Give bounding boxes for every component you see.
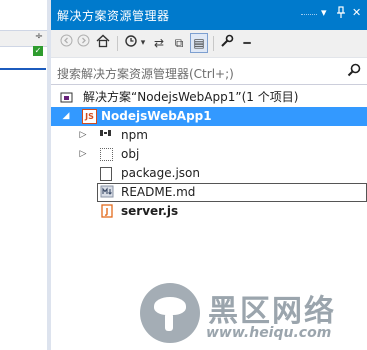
tree-row-package-json[interactable]: package.json [51, 164, 367, 183]
collapsed-arrow-icon[interactable]: ▷ [78, 145, 88, 164]
search-icon[interactable] [347, 63, 361, 77]
watermark-url: www.heiqu.com [206, 325, 332, 341]
markdown-icon [99, 185, 114, 200]
pin-icon[interactable] [336, 6, 346, 21]
tree-row-solution[interactable]: 解决方案“NodejsWebApp1”(1 个项目) [51, 88, 367, 107]
watermark-text: 黑区网络 [208, 294, 336, 329]
tree-row-server-js[interactable]: server.js [51, 202, 367, 221]
history-icon[interactable] [123, 34, 139, 52]
show-all-files-icon[interactable]: ▤ [190, 33, 208, 53]
search-input[interactable]: 搜索解决方案资源管理器(Ctrl+;) [57, 65, 234, 82]
project-label: NodejsWebApp1 [101, 109, 212, 123]
home-icon[interactable] [95, 34, 111, 52]
tree-item-label: npm [121, 128, 148, 142]
dropdown-icon[interactable]: ▾ [321, 6, 327, 19]
tree-row-npm[interactable]: ▷ npm [51, 126, 367, 145]
close-icon[interactable]: ✕ [352, 6, 361, 19]
chevron-down-icon[interactable]: ▾ [139, 34, 147, 52]
forward-icon[interactable] [76, 34, 90, 52]
check-icon: ✓ [33, 46, 43, 56]
panel-toolbar: ▾ ⇄ ⧉ ▤ ━ [51, 30, 367, 58]
npm-icon [98, 128, 113, 143]
toolbar-separator [213, 36, 214, 51]
panel-title: 解决方案资源管理器 [57, 9, 170, 23]
tree-row-readme[interactable]: README.md [51, 183, 367, 202]
tree-item-label: package.json [121, 166, 201, 180]
preview-icon[interactable]: ━ [239, 34, 255, 52]
tree-item-label: README.md [121, 185, 196, 199]
sync-icon[interactable]: ⇄ [151, 34, 167, 52]
js-file-icon [99, 204, 114, 219]
js-project-icon: JS [82, 109, 97, 124]
split-icon[interactable]: ÷ [33, 30, 45, 44]
tree-row-obj[interactable]: ▷ obj [51, 145, 367, 164]
solution-label: 解决方案“NodejsWebApp1”(1 个项目) [83, 90, 299, 104]
solution-icon [59, 90, 74, 105]
folder-icon [100, 148, 113, 161]
tree-row-project[interactable]: ◢ JS NodejsWebApp1 [51, 107, 367, 126]
file-icon [100, 167, 112, 181]
collapse-all-icon[interactable]: ⧉ [171, 34, 187, 52]
collapsed-arrow-icon[interactable]: ▷ [78, 126, 88, 145]
tree-item-label: server.js [121, 204, 179, 218]
toolbar-separator [117, 36, 118, 51]
editor-margin: ÷ ✓ [0, 0, 47, 350]
back-icon[interactable] [59, 34, 73, 52]
tree-item-label: obj [121, 147, 140, 161]
titlebar-grip [301, 14, 317, 17]
properties-icon[interactable] [219, 34, 235, 52]
watermark-logo [140, 283, 200, 343]
search-box[interactable]: 搜索解决方案资源管理器(Ctrl+;) [51, 59, 367, 85]
panel-titlebar: 解决方案资源管理器 ▾ ✕ [51, 0, 367, 30]
expanded-arrow-icon[interactable]: ◢ [61, 107, 71, 126]
editor-caret-line [0, 68, 46, 70]
